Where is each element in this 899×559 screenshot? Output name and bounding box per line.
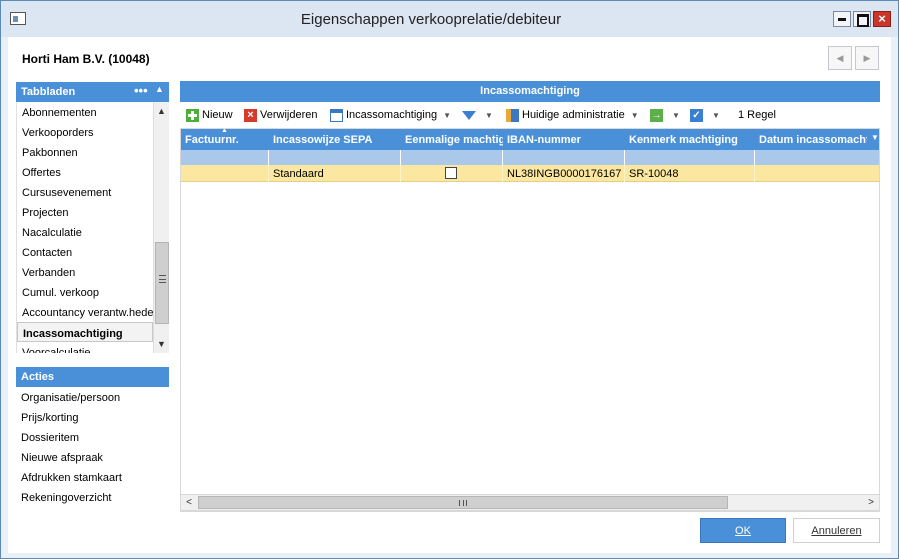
incassomachtiging-button[interactable]: Incassomachtiging ▼ <box>330 107 451 123</box>
chevron-down-icon[interactable]: ▼ <box>485 111 493 120</box>
delete-button[interactable]: × Verwijderen <box>244 107 317 123</box>
cell-incassowijze[interactable]: Standaard <box>269 165 401 182</box>
next-record-button[interactable]: ▶ <box>855 46 879 70</box>
scroll-left-icon[interactable]: < <box>181 495 197 510</box>
column-kenmerk[interactable]: Kenmerk machtiging <box>625 129 755 150</box>
chevron-down-icon[interactable]: ▼ <box>443 111 451 120</box>
column-iban[interactable]: IBAN-nummer <box>503 129 625 150</box>
grid-horizontal-scrollbar[interactable]: < > <box>180 494 880 511</box>
tab-item[interactable]: Offertes <box>17 162 153 182</box>
chevron-down-icon[interactable]: ▼ <box>631 111 639 120</box>
tab-item[interactable]: Cumul. verkoop <box>17 282 153 302</box>
action-item[interactable]: Organisatie/persoon <box>16 387 169 407</box>
acties-list: Organisatie/persoon Prijs/korting Dossieri… <box>16 387 169 507</box>
more-options-icon[interactable]: ••• <box>134 83 148 98</box>
tabbladen-scrollbar[interactable]: ▲ ▼ <box>153 102 169 353</box>
minimize-button[interactable] <box>833 11 851 27</box>
grid-toolbar: Nieuw × Verwijderen Incassomachtiging ▼ … <box>180 105 880 125</box>
check-icon: ✓ <box>690 108 703 122</box>
action-item[interactable]: Afdrukken stamkaart <box>16 467 169 487</box>
new-button[interactable]: Nieuw <box>186 107 233 123</box>
action-item[interactable]: Nieuwe afspraak <box>16 447 169 467</box>
column-eenmalige-machtiging[interactable]: Eenmalige machtiging <box>401 129 503 150</box>
panel-title: Incassomachtiging <box>180 81 880 102</box>
action-item[interactable]: Rekeningoverzicht <box>16 487 169 507</box>
tab-item[interactable]: Pakbonnen <box>17 142 153 162</box>
grid-header: Factuurnr. ▲ Incassowijze SEPA Eenmalige… <box>181 128 879 150</box>
acties-header: Acties <box>16 367 169 387</box>
filter-row[interactable] <box>181 150 879 165</box>
column-incassowijze[interactable]: Incassowijze SEPA <box>269 129 401 150</box>
tab-item[interactable]: Verkooporders <box>17 122 153 142</box>
tab-item[interactable]: Cursusevenement <box>17 182 153 202</box>
huidige-administratie-button[interactable]: Huidige administratie ▼ <box>506 107 639 123</box>
tab-item[interactable]: Projecten <box>17 202 153 222</box>
cell-factuurnr[interactable] <box>181 165 269 182</box>
check-button[interactable]: ✓ ▼ <box>690 107 720 123</box>
previous-record-button[interactable]: ◀ <box>828 46 852 70</box>
collapse-icon[interactable]: ▲ <box>155 84 164 94</box>
sort-ascending-icon: ▲ <box>221 128 228 134</box>
tab-item[interactable]: Nacalculatie <box>17 222 153 242</box>
tab-item[interactable]: Verbanden <box>17 262 153 282</box>
incasso-grid: Factuurnr. ▲ Incassowijze SEPA Eenmalige… <box>180 128 880 512</box>
ok-button[interactable]: OK <box>700 518 786 543</box>
table-icon <box>330 108 343 122</box>
scrollbar-thumb[interactable] <box>198 496 728 509</box>
eenmalige-machtiging-checkbox[interactable] <box>445 167 457 179</box>
cell-datum[interactable] <box>755 165 879 182</box>
tab-item[interactable]: Incassomachtiging <box>17 322 153 342</box>
tabbladen-title: Tabbladen <box>21 86 76 98</box>
tab-item[interactable]: Accountancy verantw.hedenn <box>17 302 153 322</box>
administration-icon <box>506 108 519 122</box>
tabbladen-header: Tabbladen ••• ▲ <box>16 82 169 102</box>
maximize-button[interactable] <box>853 11 871 27</box>
arrow-right-icon: → <box>650 108 663 122</box>
filter-button[interactable]: ▼ <box>462 107 493 123</box>
chevron-down-icon[interactable]: ▼ <box>712 111 720 120</box>
cancel-button[interactable]: Annuleren <box>793 518 880 543</box>
dialog-window: Eigenschappen verkooprelatie/debiteur × … <box>0 0 899 559</box>
cell-kenmerk[interactable]: SR-10048 <box>625 165 755 182</box>
action-item[interactable]: Dossieritem <box>16 427 169 447</box>
plus-icon <box>186 108 199 122</box>
close-button[interactable]: × <box>873 11 891 27</box>
title-bar: Eigenschappen verkooprelatie/debiteur × <box>1 1 898 37</box>
tab-item[interactable]: Abonnementen <box>17 102 153 122</box>
row-count: 1 Regel <box>738 109 776 121</box>
scroll-down-icon[interactable]: ▼ <box>154 335 169 353</box>
customer-name: Horti Ham B.V. (10048) <box>22 52 150 66</box>
window-title: Eigenschappen verkooprelatie/debiteur <box>300 11 562 28</box>
scrollbar-thumb[interactable] <box>155 242 169 324</box>
scroll-right-icon[interactable]: > <box>863 495 879 510</box>
navigate-button[interactable]: → ▼ <box>650 107 680 123</box>
dialog-body: Horti Ham B.V. (10048) ◀ ▶ Tabbladen •••… <box>8 37 891 553</box>
column-chooser-icon[interactable]: ▼ <box>871 133 879 142</box>
action-item[interactable]: Prijs/korting <box>16 407 169 427</box>
cell-iban[interactable]: NL38INGB0000176167 <box>503 165 625 182</box>
table-row[interactable]: Standaard NL38INGB0000176167 SR-10048 <box>181 165 879 182</box>
column-datum[interactable]: Datum incassomachtiging <box>755 129 867 150</box>
chevron-down-icon[interactable]: ▼ <box>672 111 680 120</box>
delete-icon: × <box>244 108 257 122</box>
scroll-up-icon[interactable]: ▲ <box>154 102 169 120</box>
tab-item[interactable]: Voorcalculatie <box>17 342 153 353</box>
tab-item[interactable]: Contacten <box>17 242 153 262</box>
filter-icon <box>462 110 476 120</box>
tabbladen-list: Abonnementen Verkooporders Pakbonnen Offert… <box>16 102 153 353</box>
